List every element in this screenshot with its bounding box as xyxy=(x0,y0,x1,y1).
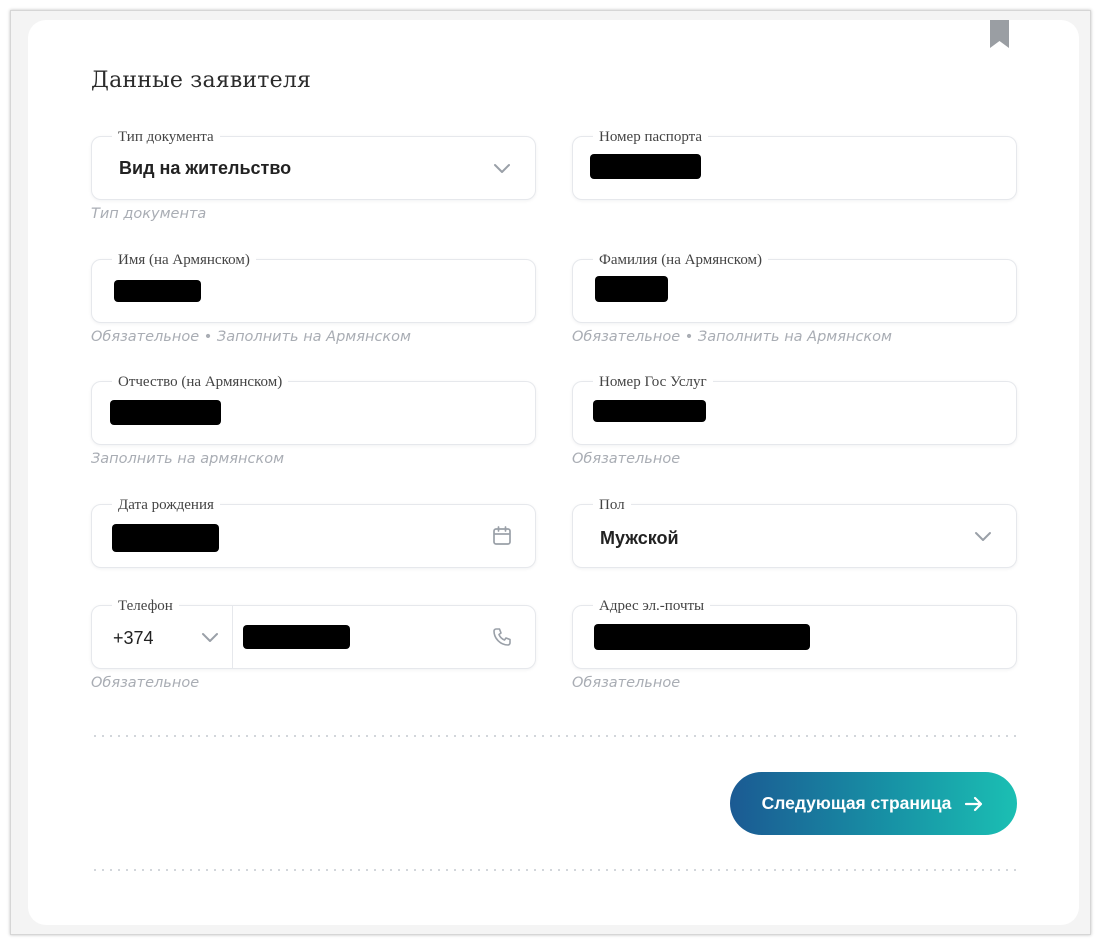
arrow-right-icon xyxy=(965,796,983,811)
redacted-last-name xyxy=(595,276,668,302)
last-name-field[interactable]: Фамилия (на Армянском) xyxy=(572,250,1017,323)
gosuslugi-number-hint: Обязательное xyxy=(572,451,681,467)
redacted-birth-date xyxy=(112,524,219,552)
gender-select[interactable]: Пол Мужской xyxy=(572,495,1017,568)
phone-hint: Обязательное xyxy=(91,675,200,691)
redacted-passport-number xyxy=(590,154,701,179)
passport-number-label: Номер паспорта xyxy=(593,127,709,147)
next-page-button[interactable]: Следующая страница xyxy=(730,772,1017,835)
phone-field: Телефон +374 xyxy=(91,596,536,669)
redacted-email xyxy=(594,624,810,650)
bookmark-icon[interactable] xyxy=(990,20,1009,48)
phone-icon xyxy=(493,628,511,646)
next-page-button-label: Следующая страница xyxy=(761,793,952,813)
document-type-value: Вид на жительство xyxy=(119,158,292,178)
chevron-down-icon[interactable] xyxy=(972,525,994,547)
first-name-field[interactable]: Имя (на Армянском) xyxy=(91,250,536,323)
patronymic-field[interactable]: Отчество (на Армянском) xyxy=(91,372,536,445)
chevron-down-icon[interactable] xyxy=(199,626,221,648)
phone-number-input[interactable] xyxy=(233,606,535,668)
last-name-hint: Обязательное • Заполнить на Армянском xyxy=(572,329,892,345)
patronymic-hint: Заполнить на армянском xyxy=(91,451,285,467)
calendar-icon[interactable] xyxy=(491,525,513,547)
birth-date-label: Дата рождения xyxy=(112,495,220,515)
country-code-select[interactable]: +374 xyxy=(92,606,232,668)
document-type-hint: Тип документа xyxy=(91,206,207,222)
dotted-divider xyxy=(91,735,1017,737)
gender-label: Пол xyxy=(593,495,631,515)
first-name-label: Имя (на Армянском) xyxy=(112,250,256,270)
page-title: Данные заявителя xyxy=(91,68,312,93)
country-code-value: +374 xyxy=(113,628,154,648)
gosuslugi-number-field[interactable]: Номер Гос Услуг xyxy=(572,372,1017,445)
email-field[interactable]: Адрес эл.-почты xyxy=(572,596,1017,669)
email-label: Адрес эл.-почты xyxy=(593,596,711,616)
last-name-label: Фамилия (на Армянском) xyxy=(593,250,769,270)
chevron-down-icon[interactable] xyxy=(491,157,513,179)
dotted-divider xyxy=(91,869,1017,871)
document-type-select[interactable]: Тип документа Вид на жительство xyxy=(91,127,536,200)
gosuslugi-number-label: Номер Гос Услуг xyxy=(593,372,713,392)
redacted-patronymic xyxy=(110,400,221,425)
redacted-phone-number xyxy=(243,625,350,649)
passport-number-field[interactable]: Номер паспорта xyxy=(572,127,1017,200)
gender-value: Мужской xyxy=(600,528,679,548)
document-type-label: Тип документа xyxy=(112,127,220,147)
birth-date-field[interactable]: Дата рождения xyxy=(91,495,536,568)
redacted-gosuslugi-number xyxy=(593,400,706,422)
redacted-first-name xyxy=(114,280,201,302)
patronymic-label: Отчество (на Армянском) xyxy=(112,372,289,392)
email-hint: Обязательное xyxy=(572,675,681,691)
first-name-hint: Обязательное • Заполнить на Армянском xyxy=(91,329,411,345)
